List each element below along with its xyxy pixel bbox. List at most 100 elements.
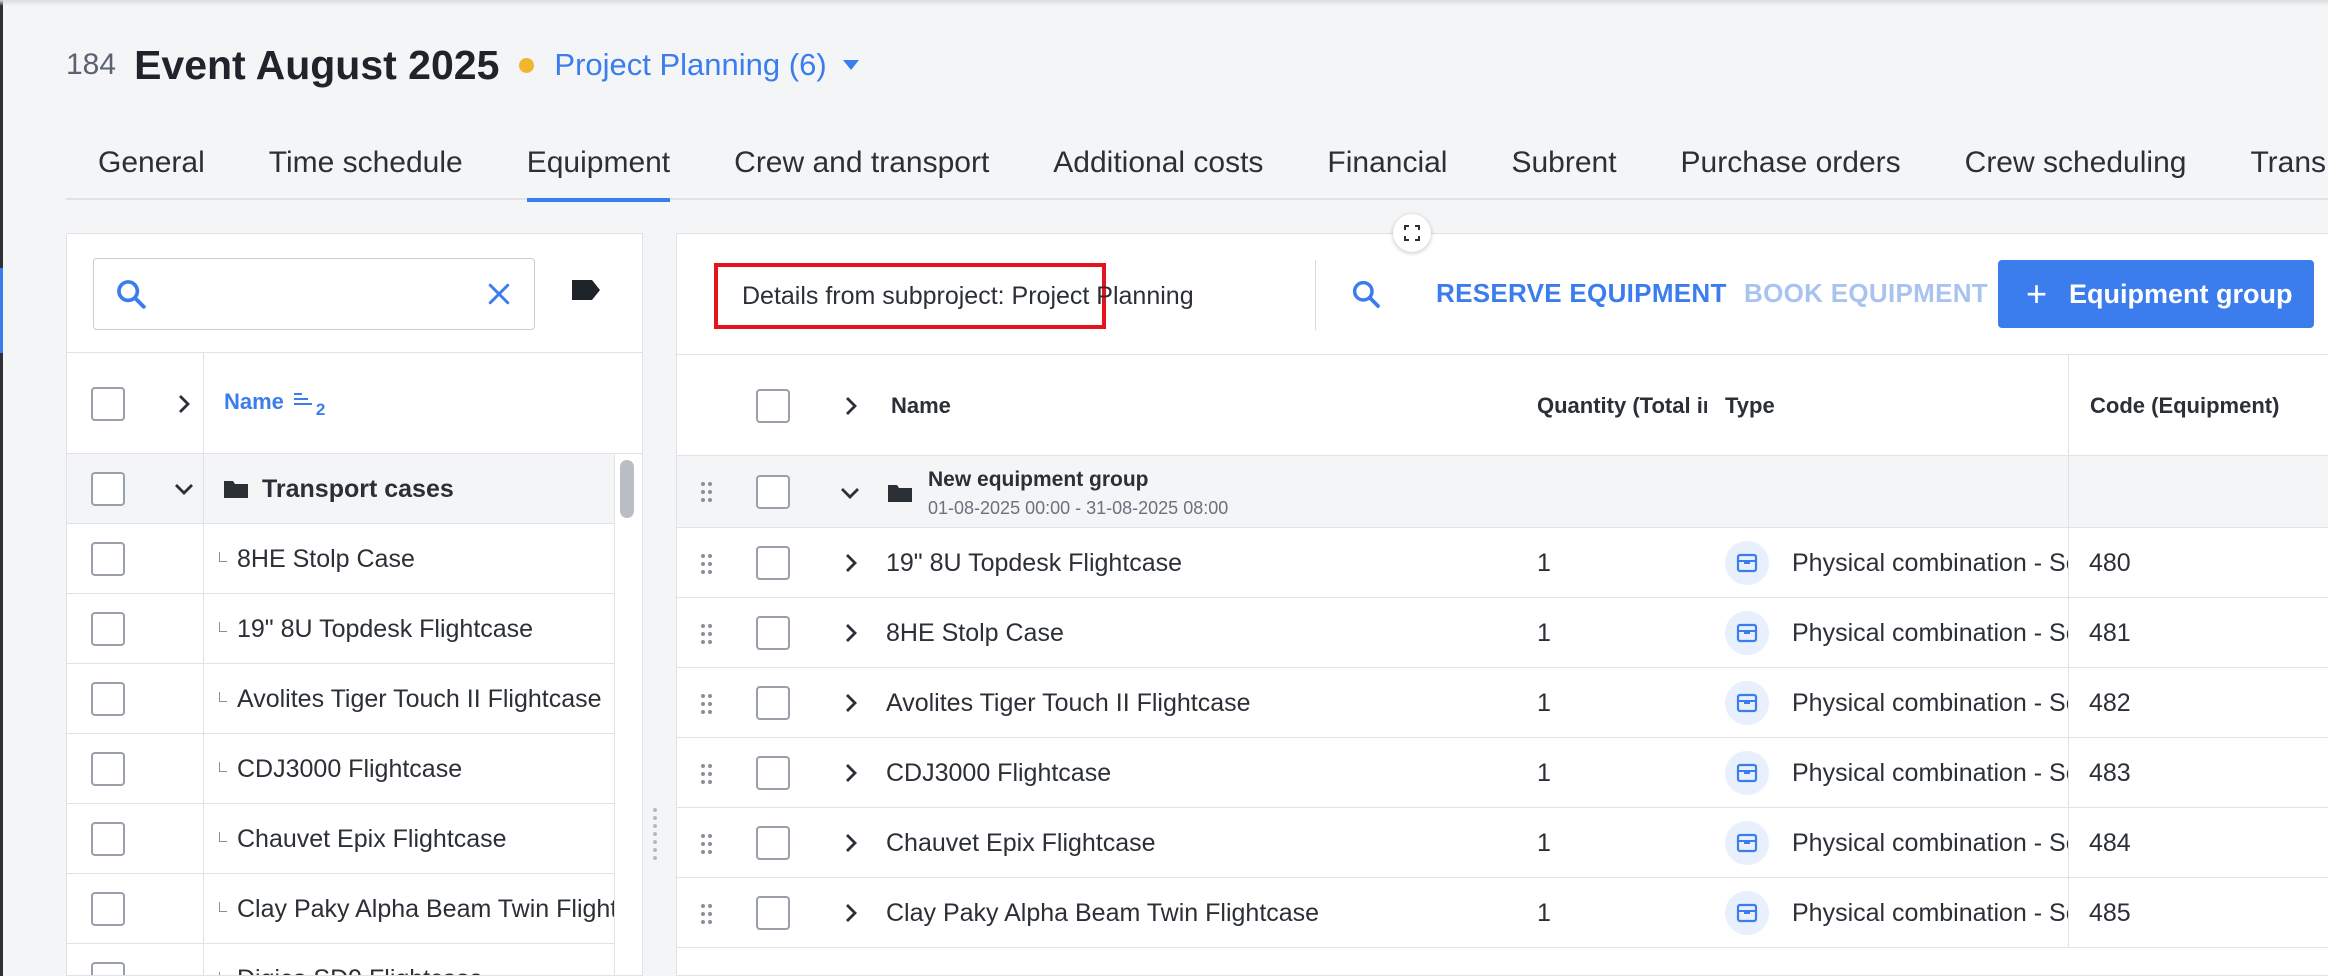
chevron-right-icon[interactable]	[173, 391, 195, 417]
drag-handle-icon[interactable]	[701, 554, 713, 574]
catalog-item[interactable]: Clay Paky Alpha Beam Twin Flightcase	[67, 874, 642, 944]
equipment-row[interactable]: 8HE Stolp Case 1 Physical combination - …	[677, 598, 2328, 668]
row-checkbox[interactable]	[91, 962, 125, 975]
row-checkbox[interactable]	[91, 542, 125, 576]
quantity-column-header[interactable]: Quantity (Total in	[1537, 393, 1707, 419]
drag-handle-icon[interactable]	[701, 904, 713, 924]
equipment-row[interactable]: 19" 8U Topdesk Flightcase 1 Physical com…	[677, 528, 2328, 598]
row-checkbox[interactable]	[91, 892, 125, 926]
select-all-checkbox[interactable]	[91, 387, 125, 421]
row-checkbox[interactable]	[756, 826, 790, 860]
tab-transport[interactable]: Trans	[2218, 136, 2328, 200]
type-column-header[interactable]: Type	[1725, 393, 1775, 419]
row-checkbox[interactable]	[91, 472, 125, 506]
equipment-group-row[interactable]: New equipment group 01-08-2025 00:00 - 3…	[677, 456, 2328, 528]
search-icon[interactable]	[1350, 278, 1382, 310]
fullscreen-icon[interactable]	[1393, 214, 1431, 252]
tab-purchase-orders[interactable]: Purchase orders	[1649, 136, 1933, 200]
info-banner-text: Details from subproject: Project Plannin…	[742, 281, 1194, 310]
catalog-item[interactable]: Avolites Tiger Touch II Flightcase	[67, 664, 614, 734]
select-all-checkbox[interactable]	[756, 389, 790, 423]
equipment-type: Physical combination - Se	[1725, 808, 2068, 878]
close-icon[interactable]	[484, 279, 514, 309]
catalog-table-header: Name 2	[67, 352, 642, 454]
chevron-right-icon[interactable]	[840, 760, 862, 786]
chevron-down-icon[interactable]	[837, 482, 863, 504]
tag-icon[interactable]	[570, 278, 602, 302]
tab-subrent[interactable]: Subrent	[1479, 136, 1648, 200]
panel-resize-handle[interactable]	[653, 808, 661, 868]
drag-handle-icon[interactable]	[701, 764, 713, 784]
drag-handle-icon[interactable]	[701, 482, 713, 502]
code-column-header[interactable]: Code (Equipment)	[2090, 393, 2279, 419]
name-column-header[interactable]: Name 2	[224, 389, 325, 419]
drag-handle-icon[interactable]	[701, 624, 713, 644]
row-checkbox[interactable]	[756, 686, 790, 720]
tab-crew-and-transport[interactable]: Crew and transport	[702, 136, 1021, 200]
reserve-equipment-button[interactable]: RESERVE EQUIPMENT	[1436, 278, 1727, 309]
tab-general[interactable]: General	[66, 136, 237, 200]
catalog-search-input[interactable]	[164, 273, 464, 317]
catalog-item[interactable]: Chauvet Epix Flightcase	[67, 804, 614, 874]
equipment-list: New equipment group 01-08-2025 00:00 - 3…	[677, 456, 2328, 948]
tab-time-schedule[interactable]: Time schedule	[237, 136, 495, 200]
drag-handle-icon[interactable]	[701, 694, 713, 714]
tab-crew-scheduling[interactable]: Crew scheduling	[1933, 136, 2219, 200]
equipment-row[interactable]: CDJ3000 Flightcase 1 Physical combinatio…	[677, 738, 2328, 808]
equipment-name: Chauvet Epix Flightcase	[886, 829, 1156, 857]
chevron-right-icon[interactable]	[840, 620, 862, 646]
catalog-item[interactable]: Digico SD9 Flightcase	[67, 944, 614, 975]
catalog-group-row[interactable]: Transport cases	[67, 454, 614, 524]
subproject-info-banner: Details from subproject: Project Plannin…	[714, 263, 1194, 329]
equipment-code: 485	[2089, 899, 2131, 927]
project-title: Event August 2025	[134, 41, 500, 88]
catalog-scrollbar-thumb[interactable]	[620, 460, 634, 518]
catalog-item-label: CDJ3000 Flightcase	[237, 755, 463, 783]
catalog-item[interactable]: 19" 8U Topdesk Flightcase	[67, 594, 614, 664]
name-column-header[interactable]: Name	[891, 393, 951, 419]
toolbar-divider	[1315, 260, 1316, 330]
row-checkbox[interactable]	[756, 896, 790, 930]
tab-financial[interactable]: Financial	[1295, 136, 1479, 200]
chevron-down-icon[interactable]	[171, 478, 197, 500]
chevron-right-icon[interactable]	[840, 830, 862, 856]
equipment-type-text: Physical combination - Se	[1792, 549, 2068, 577]
folder-icon	[888, 485, 912, 502]
chevron-right-icon[interactable]	[840, 690, 862, 716]
indent-marker	[219, 552, 227, 562]
catalog-item-label: Chauvet Epix Flightcase	[237, 825, 507, 853]
equipment-toolbar: Details from subproject: Project Plannin…	[677, 234, 2328, 354]
chevron-right-icon[interactable]	[840, 550, 862, 576]
row-checkbox[interactable]	[91, 612, 125, 646]
catalog-item[interactable]: CDJ3000 Flightcase	[67, 734, 614, 804]
catalog-scrollbar-track[interactable]	[614, 454, 642, 975]
equipment-row[interactable]: Clay Paky Alpha Beam Twin Flightcase 1 P…	[677, 878, 2328, 948]
equipment-type: Physical combination - Se	[1725, 598, 2068, 668]
indent-marker	[219, 832, 227, 842]
equipment-type: Physical combination - Se	[1725, 528, 2068, 598]
equipment-row[interactable]: Avolites Tiger Touch II Flightcase 1 Phy…	[677, 668, 2328, 738]
drag-handle-icon[interactable]	[701, 834, 713, 854]
combination-icon	[1725, 541, 1769, 585]
indent-marker	[219, 972, 227, 975]
tab-equipment[interactable]: Equipment	[495, 136, 702, 202]
equipment-row[interactable]: Chauvet Epix Flightcase 1 Physical combi…	[677, 808, 2328, 878]
row-checkbox[interactable]	[756, 546, 790, 580]
catalog-item-label: Digico SD9 Flightcase	[237, 944, 483, 975]
add-equipment-group-button[interactable]: + Equipment group	[1998, 260, 2314, 328]
catalog-item[interactable]: 8HE Stolp Case	[67, 524, 614, 594]
equipment-code: 481	[2089, 619, 2131, 647]
row-checkbox[interactable]	[756, 475, 790, 509]
row-checkbox[interactable]	[91, 822, 125, 856]
caret-down-icon[interactable]	[842, 60, 859, 70]
row-checkbox[interactable]	[756, 616, 790, 650]
subproject-selector[interactable]: Project Planning (6)	[554, 47, 826, 83]
chevron-right-icon[interactable]	[840, 393, 862, 419]
book-equipment-button[interactable]: BOOK EQUIPMENT	[1744, 278, 1988, 309]
chevron-right-icon[interactable]	[840, 900, 862, 926]
window-edge-accent	[0, 268, 3, 353]
row-checkbox[interactable]	[91, 682, 125, 716]
row-checkbox[interactable]	[91, 752, 125, 786]
tab-additional-costs[interactable]: Additional costs	[1021, 136, 1295, 200]
row-checkbox[interactable]	[756, 756, 790, 790]
